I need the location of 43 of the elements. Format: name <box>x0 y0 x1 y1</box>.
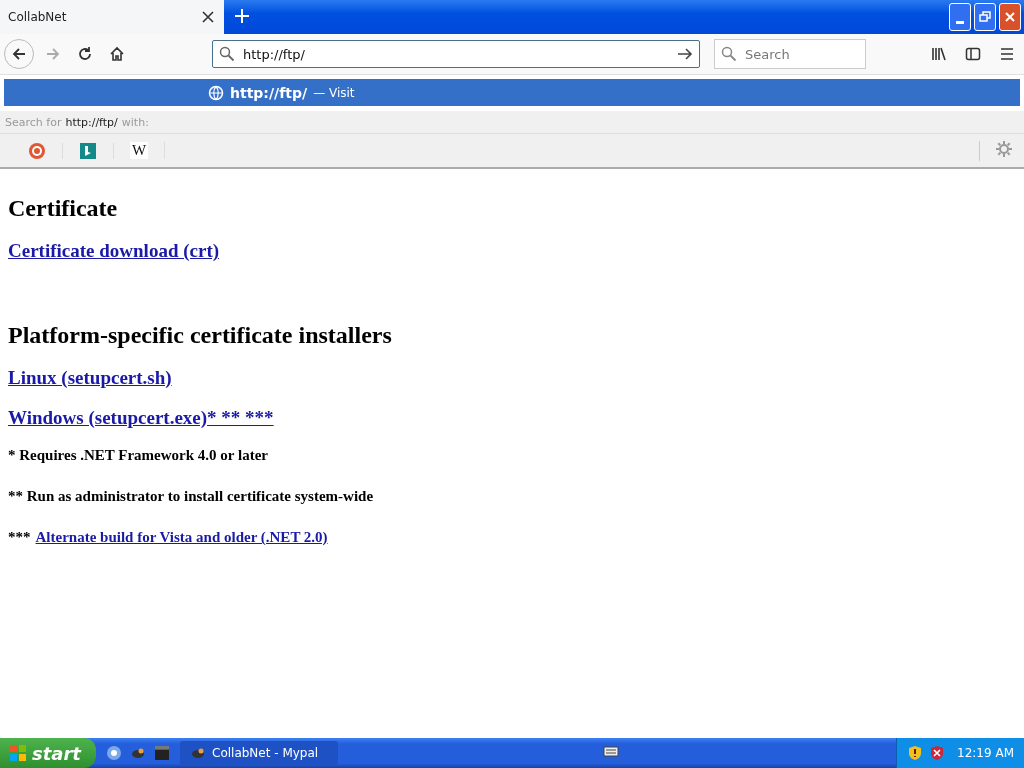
minimize-button[interactable] <box>949 3 971 31</box>
tab-title: CollabNet <box>8 10 67 24</box>
download-link[interactable]: Windows (setupcert.exe)* ** *** <box>8 407 274 429</box>
footnote-text: *** <box>8 529 31 546</box>
wikipedia-icon[interactable]: W <box>129 142 149 159</box>
search-field[interactable]: Search <box>714 39 866 69</box>
go-arrow-icon <box>677 46 693 62</box>
section-heading: Platform-specific certificate installers <box>8 322 392 349</box>
search-icon <box>219 46 235 62</box>
restore-button[interactable] <box>974 3 996 31</box>
close-icon <box>1003 10 1017 24</box>
plus-icon <box>234 8 250 24</box>
close-button[interactable] <box>999 3 1021 31</box>
windows-logo-icon <box>10 745 26 761</box>
address-bar[interactable]: http://ftp/ <box>212 40 700 68</box>
search-icon <box>721 46 737 62</box>
minimize-icon <box>956 20 964 24</box>
download-link[interactable]: Linux (setupcert.sh) <box>8 367 172 389</box>
shield-x-icon <box>929 745 946 761</box>
alternate-build-link[interactable]: Alternate build for Vista and older (.NET 2.0) <box>35 529 328 546</box>
download-link[interactable]: Certificate download (crt) <box>8 240 220 262</box>
keyboard-icon <box>603 743 619 759</box>
search-with-label: Search for http://ftp/ with: <box>0 111 1024 134</box>
warning-shield-icon <box>907 745 924 761</box>
clock: 12:19 AM <box>957 746 1014 760</box>
sidebar-icon <box>965 46 981 62</box>
home-icon <box>109 46 125 62</box>
section-heading: Certificate <box>8 195 118 222</box>
clapperboard-icon <box>154 745 170 761</box>
globe-icon <box>208 84 224 101</box>
browser-tab[interactable]: CollabNet <box>0 0 224 34</box>
back-arrow-icon <box>11 46 27 62</box>
url-suggestion[interactable]: http://ftp/ — Visit <box>4 79 1020 106</box>
close-icon <box>200 9 216 25</box>
reload-icon <box>77 46 93 62</box>
footnote-text: * Requires .NET Framework 4.0 or later <box>8 447 268 464</box>
library-icon <box>931 46 947 62</box>
forward-arrow-icon <box>45 46 61 62</box>
menu-icon <box>999 46 1015 62</box>
taskbar-task[interactable]: CollabNet - Mypal <box>180 741 338 765</box>
restore-icon <box>978 10 992 24</box>
gear-icon <box>996 140 1012 157</box>
footnote-text: ** Run as administrator to install certificate system-wide <box>8 488 374 505</box>
